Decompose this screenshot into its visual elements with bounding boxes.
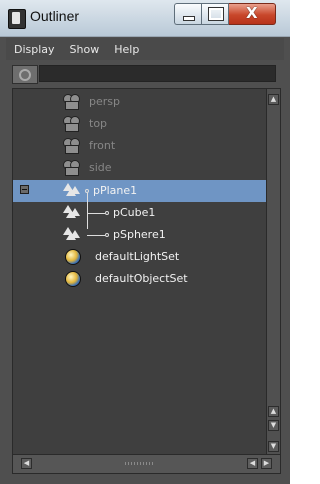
horizontal-scrollbar[interactable]: ◀ ◀ ▶ xyxy=(13,454,280,473)
tree-item-psphere1[interactable]: pSphere1 xyxy=(13,224,267,246)
app-icon xyxy=(8,9,26,29)
tree-item-pplane1[interactable]: pPlane1 xyxy=(13,180,267,202)
tree-item-top[interactable]: top xyxy=(13,113,267,135)
vertical-scrollbar[interactable]: ▲ ▲ ▼ ▼ xyxy=(266,89,280,455)
menu-bar: Display Show Help xyxy=(6,38,284,60)
collapse-toggle-icon[interactable] xyxy=(20,185,29,194)
scroll-left-icon[interactable]: ◀ xyxy=(247,458,258,469)
scroll-left-icon[interactable]: ◀ xyxy=(21,458,32,469)
tree-connector-line xyxy=(87,213,105,214)
tree-item-label: pCube1 xyxy=(113,206,156,219)
outliner-panel: persp top front side pPlane1 pCube1 pSph… xyxy=(12,88,281,474)
mesh-icon xyxy=(63,183,81,197)
camera-icon xyxy=(63,116,81,132)
window-controls: X xyxy=(174,3,276,25)
title-bar[interactable]: Outliner X xyxy=(0,0,290,37)
tree-item-label: side xyxy=(89,161,112,174)
tree-item-defaultlightset[interactable]: defaultLightSet xyxy=(13,246,267,268)
tree-item-label: top xyxy=(89,117,108,130)
tree-item-defaultobjectset[interactable]: defaultObjectSet xyxy=(13,268,267,290)
menu-help[interactable]: Help xyxy=(106,43,146,56)
minimize-button[interactable] xyxy=(174,3,201,25)
mesh-icon xyxy=(63,227,81,241)
scroll-down-icon[interactable]: ▼ xyxy=(268,420,279,431)
maximize-button[interactable] xyxy=(201,3,229,25)
resize-grip-icon[interactable] xyxy=(125,462,155,465)
tree-item-label: defaultLightSet xyxy=(95,250,180,263)
connector-dot xyxy=(105,211,109,215)
camera-icon xyxy=(63,138,81,154)
tree-item-label: front xyxy=(89,139,116,152)
minimize-icon xyxy=(183,16,195,21)
menu-display[interactable]: Display xyxy=(6,43,62,56)
close-button[interactable]: X xyxy=(229,3,276,25)
set-icon xyxy=(65,249,81,265)
tree-item-label: pSphere1 xyxy=(113,228,166,241)
outliner-window: Outliner X Display Show Help persp top f… xyxy=(0,0,290,484)
filter-input[interactable] xyxy=(39,65,276,82)
tree-item-label: persp xyxy=(89,95,120,108)
tree-item-side[interactable]: side xyxy=(13,157,267,179)
window-title: Outliner xyxy=(30,8,80,24)
camera-icon xyxy=(63,94,81,110)
menu-show[interactable]: Show xyxy=(62,43,107,56)
connector-dot xyxy=(105,233,109,237)
tree-item-label: pPlane1 xyxy=(93,184,138,197)
tree-item-persp[interactable]: persp xyxy=(13,91,267,113)
close-icon: X xyxy=(246,4,258,22)
set-icon xyxy=(65,271,81,287)
tree-item-label: defaultObjectSet xyxy=(95,272,188,285)
mesh-icon xyxy=(63,205,81,219)
outliner-tree: persp top front side pPlane1 pCube1 pSph… xyxy=(13,89,267,455)
camera-icon xyxy=(63,160,81,176)
scroll-right-icon[interactable]: ▶ xyxy=(261,458,272,469)
tree-item-front[interactable]: front xyxy=(13,135,267,157)
scroll-down-icon[interactable]: ▼ xyxy=(268,441,279,452)
maximize-icon xyxy=(208,7,224,21)
search-filter-icon[interactable] xyxy=(12,65,38,84)
tree-item-pcube1[interactable]: pCube1 xyxy=(13,202,267,224)
scroll-up-icon[interactable]: ▲ xyxy=(268,94,279,105)
scroll-up-icon[interactable]: ▲ xyxy=(268,406,279,417)
filter-bar xyxy=(12,64,278,84)
tree-connector-line xyxy=(87,235,105,236)
